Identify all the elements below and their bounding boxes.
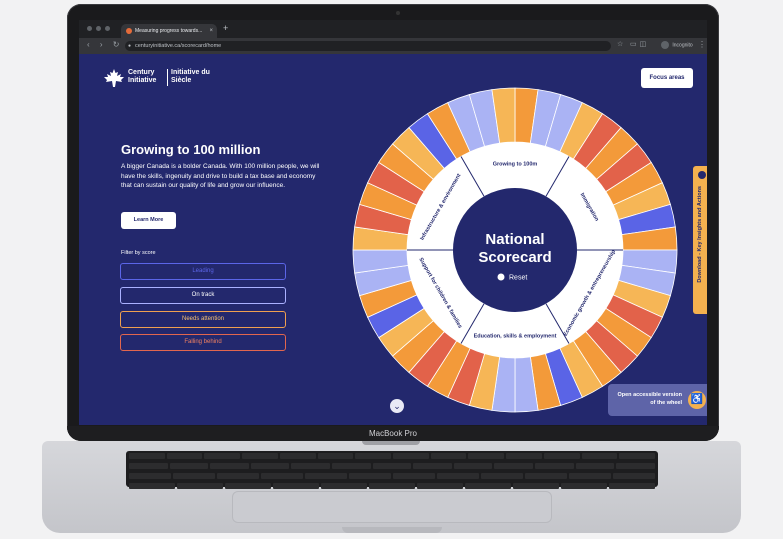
camera: [396, 11, 400, 15]
incognito-icon: [661, 41, 669, 49]
tab-close-icon[interactable]: ×: [209, 24, 213, 38]
center-title-line2: Scorecard: [478, 249, 551, 266]
browser-menu-icon[interactable]: ⋮: [698, 40, 706, 49]
scorecard-page: Century Initiative Initiative du Siècle …: [79, 54, 707, 425]
laptop-base: [42, 441, 741, 533]
center-title-line1: National: [485, 231, 544, 248]
learn-more-button[interactable]: Learn More: [121, 212, 176, 229]
logo-text-fr: Initiative du Siècle: [171, 69, 210, 84]
filter-on-track-button[interactable]: On track: [120, 287, 286, 304]
accessible-version-panel[interactable]: Open accessible version of the wheel ♿: [608, 384, 707, 416]
scorecard-wheel[interactable]: Growing to 100mImmigrationEconomic growt…: [349, 84, 681, 416]
new-tab-button[interactable]: +: [223, 23, 228, 33]
accessible-version-text: Open accessible version of the wheel: [617, 392, 682, 406]
download-icon: [698, 171, 706, 179]
url-field[interactable]: ● centuryinitiative.ca/scorecard/home: [125, 41, 611, 51]
url-text: centuryinitiative.ca/scorecard/home: [135, 43, 222, 49]
maple-leaf-icon: [104, 69, 124, 87]
screen: Measuring progress towards... × + ‹ › ↻ …: [79, 20, 707, 425]
reset-label[interactable]: Reset: [509, 275, 527, 282]
lock-icon: ●: [128, 43, 132, 49]
filter-label: Filter by score: [121, 250, 156, 256]
address-bar: ‹ › ↻ ● centuryinitiative.ca/scorecard/h…: [79, 38, 707, 54]
hero-body: A bigger Canada is a bolder Canada. With…: [121, 163, 320, 189]
front-notch: [342, 527, 442, 533]
filter-needs-attention-button[interactable]: Needs attention: [120, 311, 286, 328]
laptop-model-label: MacBook Pro: [368, 429, 418, 438]
category-label[interactable]: Education, skills & employment: [474, 333, 557, 339]
browser-tab[interactable]: Measuring progress towards... ×: [121, 24, 217, 38]
keyboard: [126, 451, 658, 489]
filter-leading-button[interactable]: Leading: [120, 263, 286, 280]
logo-divider: [167, 69, 168, 86]
century-initiative-logo[interactable]: Century Initiative Initiative du Siècle: [104, 67, 224, 89]
profile-label: Incognito: [672, 42, 693, 49]
tab-favicon-icon: [126, 28, 132, 34]
extension-icons[interactable]: ▭◫: [630, 40, 649, 48]
profile-button[interactable]: Incognito: [661, 41, 693, 49]
tab-title: Measuring progress towards...: [135, 28, 203, 34]
laptop-chin: MacBook Pro: [67, 426, 719, 441]
trackpad: [232, 491, 552, 523]
filter-falling-behind-button[interactable]: Falling behind: [120, 334, 286, 351]
download-insights-tab[interactable]: Download - Key Insights and Actions: [693, 166, 707, 314]
browser-tab-strip: Measuring progress towards... × +: [79, 20, 707, 38]
scroll-down-button[interactable]: ⌄: [390, 399, 404, 413]
bookmark-star-icon[interactable]: ☆: [617, 40, 623, 48]
laptop-hinge: [362, 441, 420, 445]
nav-buttons[interactable]: ‹ › ↻: [87, 40, 123, 49]
category-label[interactable]: Growing to 100m: [493, 161, 538, 167]
hero-title: Growing to 100 million: [121, 142, 261, 157]
window-controls[interactable]: [87, 26, 110, 31]
accessibility-icon: ♿: [688, 391, 706, 409]
reset-icon[interactable]: [497, 273, 505, 281]
download-insights-label: Download - Key Insights and Actions: [697, 186, 703, 283]
logo-text-en: Century Initiative: [128, 69, 157, 84]
